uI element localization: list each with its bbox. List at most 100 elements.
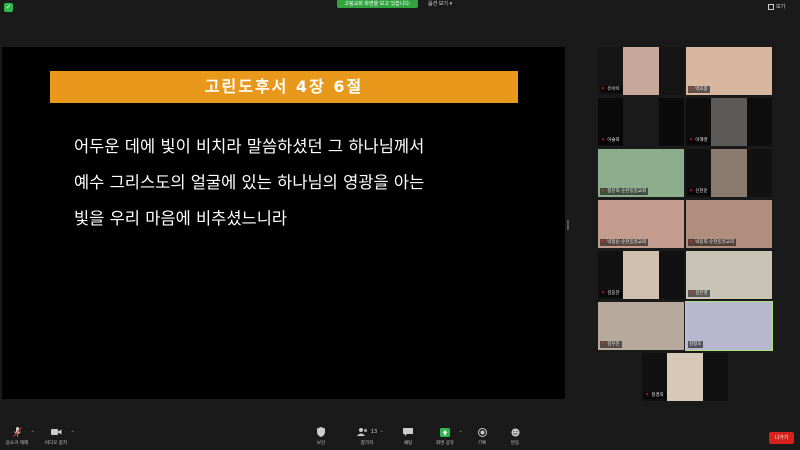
participant-name-label: 신현운 <box>695 189 708 194</box>
chat-bubble-icon <box>397 427 419 437</box>
stop-video-button[interactable]: 비디오 중지 <box>42 427 70 446</box>
participant-tile[interactable]: ✕ 김동찬 <box>598 251 684 299</box>
participant-tile[interactable]: ✕ 박호중 <box>686 47 772 95</box>
participant-name: ✕ 신현운 <box>688 188 710 195</box>
participant-name-label: 정경희 <box>651 393 664 398</box>
participant-tile[interactable]: ✕ 김은영 <box>686 251 772 299</box>
verse-line-3: 빛을 우리 마음에 비추셨느니라 <box>74 209 288 228</box>
participant-name: ✕ 이슬희 <box>600 137 622 144</box>
participant-name: ✕ 박동희-순천동일교회 <box>688 239 737 246</box>
participant-name-label: 박동희-순천동일교회 <box>695 240 735 245</box>
grid-icon <box>768 3 774 10</box>
participant-name: ✕ 박정순-순천동일교회 <box>600 239 649 246</box>
security-button[interactable]: 보안 <box>309 427 333 446</box>
participant-name-label: 김우진 <box>607 342 620 347</box>
share-screen-label: 화면 공유 <box>436 441 454 446</box>
participant-name: 김정호 <box>688 341 704 348</box>
verse-line-2: 예수 그리스도의 얼굴에 있는 하나님의 영광을 아는 <box>74 173 425 192</box>
participant-tile[interactable]: ✕ 이해영 <box>686 98 772 146</box>
participant-count: 13 <box>370 429 378 435</box>
participant-name-label: 유아이 <box>607 87 620 92</box>
participant-name-label: 이해영 <box>695 138 708 143</box>
muted-microphone-icon <box>4 427 30 437</box>
muted-mic-icon: ✕ <box>689 290 694 296</box>
unmute-button[interactable]: 음소거 해제 <box>4 427 30 446</box>
reactions-label: 반응 <box>510 441 520 446</box>
top-bar: ✓ 고림교회 화면을 보고 있습니다. 옵션 보기 ▾ 보기 <box>0 0 800 16</box>
muted-mic-icon: ✕ <box>645 392 650 398</box>
people-icon: 13 <box>355 427 379 437</box>
leave-button[interactable]: 나가기 <box>769 432 794 444</box>
share-options-caret-icon[interactable]: ^ <box>459 430 462 435</box>
view-options-button[interactable]: 옵션 보기 ▾ <box>428 1 452 8</box>
muted-mic-icon: ✕ <box>601 239 606 245</box>
participant-video <box>711 98 747 146</box>
participant-tile[interactable]: ✕ 박동희-순천동일교회 <box>686 200 772 248</box>
viewing-notice: 고림교회 화면을 보고 있습니다. <box>337 0 418 8</box>
participant-tile[interactable]: ✕ 이슬희 <box>598 98 684 146</box>
audio-options-caret-icon[interactable]: ^ <box>31 430 34 435</box>
shield-icon[interactable]: ✓ <box>4 3 13 12</box>
record-button[interactable]: 기록 <box>472 427 492 446</box>
muted-mic-icon: ✕ <box>601 341 606 347</box>
participant-tile[interactable]: ✕ 박정순-순천동일교회 <box>598 200 684 248</box>
participant-name-label: 이슬희 <box>607 138 620 143</box>
participant-video <box>667 353 703 401</box>
participant-name-label: 김정호 <box>689 342 702 347</box>
participants-button[interactable]: 13 참가자 <box>355 427 379 446</box>
participant-video <box>623 98 659 146</box>
participant-video <box>623 47 659 95</box>
share-screen-button[interactable]: 화면 공유 <box>432 427 458 446</box>
participant-tile[interactable]: ✕ 유아이 <box>598 47 684 95</box>
participant-name: ✕ 김동찬 <box>600 290 622 297</box>
participant-name-label: 박호중 <box>695 87 708 92</box>
participant-tile[interactable]: ✕ 정운희-순천동일교회 <box>598 149 684 197</box>
smiley-icon <box>505 427 525 437</box>
participant-name-label: 김동찬 <box>607 291 620 296</box>
participant-tile[interactable]: ✕ 김우진 <box>598 302 684 350</box>
participant-tile-active-speaker[interactable]: 김정호 <box>685 301 773 351</box>
participant-name: ✕ 정운희-순천동일교회 <box>600 188 649 195</box>
video-options-caret-icon[interactable]: ^ <box>71 430 74 435</box>
participant-name: ✕ 김은영 <box>688 290 710 297</box>
participant-name-label: 박정순-순천동일교회 <box>607 240 647 245</box>
participant-video <box>711 149 747 197</box>
participants-label: 참가자 <box>360 441 374 446</box>
participant-tile[interactable]: ✕ 정경희 <box>642 353 728 401</box>
muted-mic-icon: ✕ <box>601 188 606 194</box>
participant-tile[interactable]: ✕ 신현운 <box>686 149 772 197</box>
muted-mic-icon: ✕ <box>689 86 694 92</box>
muted-mic-icon: ✕ <box>601 137 606 143</box>
split-drag-handle[interactable] <box>567 220 569 230</box>
participants-caret-icon[interactable]: ^ <box>380 430 383 435</box>
record-icon <box>472 427 492 437</box>
participant-name-label: 김은영 <box>695 291 708 296</box>
participant-name: ✕ 박호중 <box>688 86 710 93</box>
shared-screen: 고린도후서 4장 6절 어두운 데에 빛이 비치라 말씀하셨던 그 하나님께서 … <box>2 47 565 399</box>
participant-name: ✕ 김우진 <box>600 341 622 348</box>
muted-mic-icon: ✕ <box>601 86 606 92</box>
stop-video-label: 비디오 중지 <box>44 441 68 446</box>
muted-mic-icon: ✕ <box>689 188 694 194</box>
share-screen-icon <box>432 427 458 437</box>
gallery-view-label: 보기 <box>776 4 786 10</box>
participant-video <box>623 251 659 299</box>
gallery-view-toggle[interactable]: 보기 <box>768 3 785 11</box>
unmute-label: 음소거 해제 <box>5 441 29 446</box>
muted-mic-icon: ✕ <box>689 137 694 143</box>
security-label: 보안 <box>316 441 326 446</box>
participant-name: ✕ 이해영 <box>688 137 710 144</box>
chat-label: 채팅 <box>403 441 413 446</box>
record-label: 기록 <box>477 441 487 446</box>
participant-name: ✕ 유아이 <box>600 86 622 93</box>
participant-name: ✕ 정경희 <box>644 392 666 399</box>
video-camera-icon <box>42 427 70 437</box>
verse-line-1: 어두운 데에 빛이 비치라 말씀하셨던 그 하나님께서 <box>74 137 425 156</box>
muted-mic-icon: ✕ <box>689 239 694 245</box>
slide-title: 고린도후서 4장 6절 <box>50 71 518 103</box>
chat-button[interactable]: 채팅 <box>397 427 419 446</box>
shield-icon <box>309 427 333 437</box>
muted-mic-icon: ✕ <box>601 290 606 296</box>
participant-name-label: 정운희-순천동일교회 <box>607 189 647 194</box>
reactions-button[interactable]: 반응 <box>505 427 525 446</box>
